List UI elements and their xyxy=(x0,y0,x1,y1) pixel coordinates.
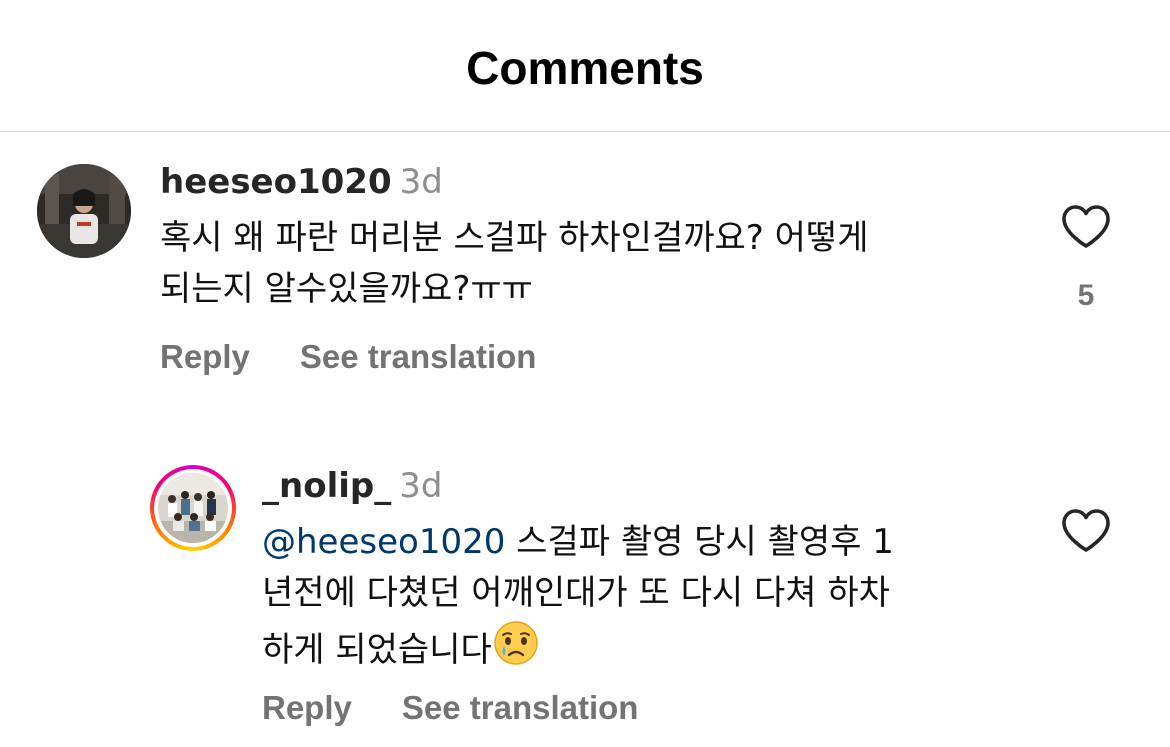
username[interactable]: _nolip_ xyxy=(262,466,391,506)
comment-actions: Reply See translation xyxy=(160,338,536,376)
username[interactable]: heeseo1020 xyxy=(160,162,392,202)
group-photo xyxy=(158,473,228,543)
comment-text-line: 혹시 왜 파란 머리분 스걸파 하차인걸까요? 어떻게 xyxy=(160,218,869,258)
comment-header: heeseo1020 3d xyxy=(160,162,443,202)
avatar-photo xyxy=(158,473,228,543)
reply-button[interactable]: Reply xyxy=(262,689,352,727)
comment-text: @heeseo1020 스걸파 촬영 당시 촬영후 1 년전에 다쳤던 어깨인대… xyxy=(262,517,894,682)
see-translation-button[interactable]: See translation xyxy=(402,689,639,727)
comment-text-line: 되는지 알수있을까요?ㅠㅠ xyxy=(160,269,533,309)
like-button[interactable] xyxy=(1060,508,1112,554)
comment-text-line: 년전에 다쳤던 어깨인대가 또 다시 다쳐 하차 xyxy=(262,573,890,613)
page-title: Comments xyxy=(466,41,704,94)
comment-text-line: @heeseo1020 스걸파 촬영 당시 촬영후 1 xyxy=(262,517,894,568)
comment-actions: Reply See translation xyxy=(262,689,638,727)
comment-text-line: 하게 되었습니다 xyxy=(262,619,894,682)
timestamp: 3d xyxy=(399,466,443,506)
heart-icon xyxy=(1062,205,1110,248)
see-translation-button[interactable]: See translation xyxy=(300,338,537,376)
comment-text: 혹시 왜 파란 머리분 스걸파 하차인걸까요? 어떻게 되는지 알수있을까요?ㅠ… xyxy=(160,213,869,315)
heart-icon xyxy=(1062,509,1110,552)
mention-link[interactable]: @heeseo1020 xyxy=(262,522,505,562)
avatar[interactable] xyxy=(150,465,236,551)
comments-screen: Comments heeseo1020 3d 혹시 왜 파란 머리분 스걸파 하차… xyxy=(0,0,1170,747)
like-button[interactable] xyxy=(1060,204,1112,250)
comment-text-segment: 하게 되었습니다 xyxy=(262,630,492,670)
avatar[interactable] xyxy=(37,164,131,258)
avatar-photo xyxy=(37,164,131,258)
reply-button[interactable]: Reply xyxy=(160,338,250,376)
comment-header: _nolip_ 3d xyxy=(262,466,442,506)
crying-face-icon xyxy=(492,619,540,682)
timestamp: 3d xyxy=(399,162,443,202)
avatar-ring-inner xyxy=(154,469,232,547)
like-count: 5 xyxy=(1077,279,1095,312)
header: Comments xyxy=(0,0,1170,132)
comment-text-segment: 스걸파 촬영 당시 촬영후 1 xyxy=(505,522,894,562)
